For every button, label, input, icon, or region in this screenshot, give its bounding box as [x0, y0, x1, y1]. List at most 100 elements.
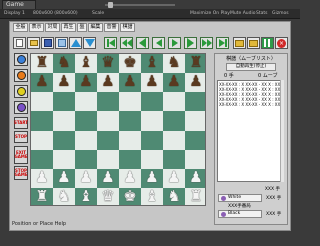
- board-square[interactable]: [163, 111, 186, 131]
- light-piece[interactable]: ♜: [185, 188, 205, 204]
- light-piece[interactable]: ♚: [119, 188, 141, 204]
- board-square[interactable]: [97, 111, 120, 131]
- light-pawn[interactable]: ♟: [31, 169, 53, 185]
- light-piece[interactable]: ♞: [53, 188, 75, 204]
- forward-button[interactable]: [184, 37, 197, 49]
- list-item[interactable]: XX-XX-XX : X XX-XX - XX X : XX-XX: [219, 102, 282, 107]
- board-square[interactable]: [31, 149, 54, 170]
- move-up-button[interactable]: [69, 37, 82, 49]
- menu-view[interactable]: 表示: [29, 23, 44, 32]
- player-black[interactable]: Black: [218, 210, 262, 218]
- dark-pawn[interactable]: ♟: [163, 74, 185, 89]
- light-piece[interactable]: ♜: [31, 188, 53, 204]
- light-pawn[interactable]: ♟: [97, 169, 119, 185]
- dark-piece[interactable]: ♞: [53, 55, 75, 70]
- game-tab[interactable]: Game: [2, 0, 36, 9]
- board-square[interactable]: [119, 149, 142, 170]
- board-square[interactable]: [97, 130, 120, 151]
- board-square[interactable]: [31, 130, 54, 151]
- maximize-toggle[interactable]: Maximize On Play: [190, 11, 230, 16]
- move-list-scrollbar[interactable]: [280, 80, 284, 182]
- board-square[interactable]: [163, 130, 186, 151]
- load-button[interactable]: [233, 37, 246, 49]
- dark-piece[interactable]: ♛: [97, 55, 119, 70]
- board-square[interactable]: [119, 111, 142, 131]
- light-piece[interactable]: ♝: [141, 188, 163, 204]
- last-move-button[interactable]: [216, 37, 229, 49]
- board-square[interactable]: [75, 130, 98, 151]
- load-alt-button[interactable]: [247, 37, 260, 49]
- player-white[interactable]: White: [218, 194, 262, 202]
- dark-piece[interactable]: ♞: [163, 55, 185, 70]
- dark-piece[interactable]: ♝: [141, 55, 163, 70]
- back-many-button[interactable]: [120, 37, 133, 49]
- dark-pawn[interactable]: ♟: [119, 74, 141, 89]
- stop-button[interactable]: ×: [275, 37, 288, 49]
- clock-button[interactable]: [14, 69, 28, 82]
- board-square[interactable]: [119, 92, 142, 112]
- rotate-button[interactable]: [14, 53, 28, 66]
- open-button[interactable]: [27, 37, 40, 49]
- light-pawn[interactable]: ♟: [141, 169, 163, 185]
- new-button[interactable]: [13, 37, 26, 49]
- light-pawn[interactable]: ♟: [163, 169, 185, 185]
- menu-edit[interactable]: 編集: [88, 23, 103, 32]
- board-square[interactable]: [163, 92, 186, 112]
- board-square[interactable]: [141, 149, 164, 170]
- light-pawn[interactable]: ♟: [75, 169, 97, 185]
- stop-game-button[interactable]: STOP: [14, 131, 28, 143]
- exit-game-button[interactable]: EXIT GAME: [14, 146, 28, 164]
- back-button[interactable]: [136, 37, 149, 49]
- start-button[interactable]: START: [14, 117, 28, 129]
- light-pawn[interactable]: ♟: [119, 169, 141, 185]
- board-square[interactable]: [75, 111, 98, 131]
- menu-general[interactable]: 全般: [13, 23, 28, 32]
- board-square[interactable]: [97, 149, 120, 170]
- board-square[interactable]: [141, 92, 164, 112]
- board-square[interactable]: [53, 92, 76, 112]
- board-square[interactable]: [53, 130, 76, 151]
- dark-piece[interactable]: ♚: [119, 55, 141, 70]
- menu-play[interactable]: 再生: [61, 23, 76, 32]
- board-square[interactable]: [185, 92, 205, 112]
- dark-piece[interactable]: ♜: [31, 55, 53, 70]
- board-square[interactable]: [53, 149, 76, 170]
- stats-toggle[interactable]: Stats: [256, 11, 268, 16]
- save-button[interactable]: [41, 37, 54, 49]
- step-back-button[interactable]: [152, 37, 165, 49]
- first-move-button[interactable]: [104, 37, 117, 49]
- scale-slider-track[interactable]: [105, 4, 175, 6]
- board-square[interactable]: [163, 149, 186, 170]
- copy-button[interactable]: [55, 37, 68, 49]
- board-square[interactable]: [185, 130, 205, 151]
- dark-pawn[interactable]: ♟: [185, 74, 205, 89]
- mode-button[interactable]: [14, 101, 28, 114]
- light-piece[interactable]: ♞: [163, 188, 185, 204]
- dark-pawn[interactable]: ♟: [141, 74, 163, 89]
- menu-game[interactable]: 対局: [45, 23, 60, 32]
- board-square[interactable]: [185, 111, 205, 131]
- move-list[interactable]: XX-XX-XX : X XX-XX - XX X : XX-XX XX-XX-…: [217, 80, 284, 182]
- board-square[interactable]: [31, 92, 54, 112]
- menu-board[interactable]: 盤: [77, 23, 87, 32]
- step-forward-button[interactable]: [168, 37, 181, 49]
- light-pawn[interactable]: ♟: [53, 169, 75, 185]
- board-square[interactable]: [75, 92, 98, 112]
- stop-circle-button[interactable]: [14, 85, 28, 98]
- move-down-button[interactable]: [83, 37, 96, 49]
- board-square[interactable]: [119, 130, 142, 151]
- dark-pawn[interactable]: ♟: [31, 74, 53, 89]
- light-piece[interactable]: ♛: [97, 188, 119, 204]
- board-square[interactable]: [185, 149, 205, 170]
- dark-piece[interactable]: ♝: [75, 55, 97, 70]
- light-piece[interactable]: ♝: [75, 188, 97, 204]
- dark-pawn[interactable]: ♟: [75, 74, 97, 89]
- resolution-select[interactable]: 800x600 (800x600): [33, 11, 78, 16]
- dark-pawn[interactable]: ♟: [97, 74, 119, 89]
- gizmos-toggle[interactable]: Gizmos: [272, 11, 289, 16]
- auto-play-button[interactable]: 自動再生(停止): [226, 63, 276, 71]
- stop-game-alt-button[interactable]: STOP GAME: [14, 166, 28, 180]
- menu-record[interactable]: 棋譜: [120, 23, 135, 32]
- forward-many-button[interactable]: [200, 37, 213, 49]
- board-square[interactable]: [75, 149, 98, 170]
